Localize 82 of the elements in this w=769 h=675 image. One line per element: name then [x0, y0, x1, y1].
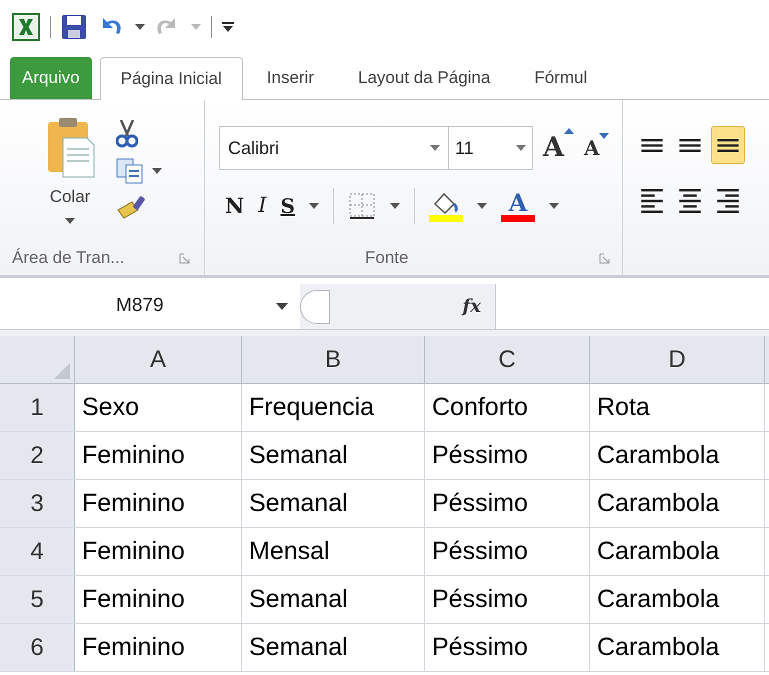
- dropdown-caret-icon[interactable]: [548, 203, 559, 209]
- table-cell: Mensal: [242, 528, 425, 575]
- table-cell: Carambola: [590, 624, 765, 671]
- fill-color-icon[interactable]: [428, 190, 463, 222]
- shrink-font-button[interactable]: A: [584, 133, 610, 163]
- dropdown-caret-icon[interactable]: [430, 145, 440, 151]
- grow-font-button[interactable]: A: [543, 128, 574, 168]
- dropdown-caret-icon[interactable]: [476, 203, 487, 209]
- table-cell: Carambola: [590, 528, 765, 575]
- paste-button[interactable]: Colar: [40, 116, 100, 241]
- align-right-icon: [717, 189, 739, 213]
- font-size-field[interactable]: 11: [449, 126, 533, 170]
- spreadsheet-logo-icon[interactable]: [12, 13, 40, 41]
- dropdown-caret-icon[interactable]: [390, 203, 400, 209]
- row-header[interactable]: 1: [0, 384, 75, 431]
- dropdown-caret-icon[interactable]: [308, 203, 319, 209]
- align-top-icon: [641, 138, 663, 152]
- row-header[interactable]: 4: [0, 528, 75, 575]
- table-cell: Feminino: [75, 432, 242, 479]
- bold-button[interactable]: N: [225, 190, 244, 222]
- table-cell: Semanal: [242, 480, 425, 527]
- table-cell: Semanal: [242, 432, 425, 479]
- table-cell: Carambola: [590, 480, 765, 527]
- row-header[interactable]: 5: [0, 576, 75, 623]
- align-bottom-icon: [717, 138, 739, 152]
- dropdown-caret-icon[interactable]: [135, 24, 145, 30]
- table-cell: Carambola: [590, 432, 765, 479]
- row-header[interactable]: 3: [0, 480, 75, 527]
- align-center-icon: [679, 189, 701, 213]
- italic-button[interactable]: I: [258, 190, 266, 222]
- table-cell: Feminino: [75, 624, 242, 671]
- save-icon[interactable]: [61, 14, 87, 40]
- table-cell: Rota: [590, 384, 765, 431]
- dialog-launcher-icon[interactable]: [599, 252, 610, 264]
- column-header[interactable]: D: [590, 336, 765, 383]
- table-cell: Péssimo: [425, 432, 590, 479]
- file-tab[interactable]: Arquivo: [10, 57, 92, 99]
- dropdown-caret-icon[interactable]: [152, 168, 162, 174]
- column-header[interactable]: B: [242, 336, 425, 383]
- table-cell: Feminino: [75, 528, 242, 575]
- borders-icon[interactable]: [348, 192, 376, 220]
- table-cell: Péssimo: [425, 480, 590, 527]
- dropdown-caret-icon: [65, 218, 75, 224]
- up-triangle-icon: [564, 128, 574, 134]
- align-middle-icon: [679, 138, 701, 152]
- clipboard-icon: [45, 116, 95, 178]
- table-cell: Carambola: [590, 576, 765, 623]
- scissors-icon[interactable]: [116, 120, 138, 148]
- corner-triangle-icon: [54, 363, 70, 379]
- row-header[interactable]: 6: [0, 624, 75, 671]
- column-header[interactable]: A: [75, 336, 242, 383]
- group-label: Fonte: [365, 247, 408, 270]
- underline-button[interactable]: S: [280, 191, 295, 221]
- insert-function-button[interactable]: fx: [462, 293, 481, 320]
- ribbon-tab[interactable]: Inserir: [246, 57, 334, 99]
- font-color-button[interactable]: A: [500, 190, 535, 222]
- dropdown-caret-icon: [191, 24, 201, 30]
- column-header[interactable]: C: [425, 336, 590, 383]
- dropdown-caret-icon[interactable]: [276, 303, 288, 310]
- dropdown-caret-icon[interactable]: [516, 145, 526, 151]
- table-cell: Péssimo: [425, 624, 590, 671]
- table-cell: Péssimo: [425, 528, 590, 575]
- group-label: Área de Tran...: [12, 247, 124, 270]
- table-cell: Feminino: [75, 576, 242, 623]
- table-cell: Sexo: [75, 384, 242, 431]
- ribbon-tab[interactable]: Página Inicial: [100, 57, 243, 100]
- down-triangle-icon: [599, 133, 610, 139]
- ribbon-tab[interactable]: Layout da Página: [338, 57, 510, 99]
- customize-toolbar-icon[interactable]: [222, 21, 234, 33]
- ribbon-tab[interactable]: Fórmul: [514, 57, 608, 99]
- table-cell: Péssimo: [425, 576, 590, 623]
- table-cell: Feminino: [75, 480, 242, 527]
- align-left-icon: [641, 189, 663, 213]
- align-button[interactable]: [711, 126, 745, 164]
- table-cell: Semanal: [242, 624, 425, 671]
- font-name-field[interactable]: Calibri: [219, 126, 449, 170]
- row-header[interactable]: 2: [0, 432, 75, 479]
- table-cell: Semanal: [242, 576, 425, 623]
- table-cell: Frequencia: [242, 384, 425, 431]
- expand-handle[interactable]: [300, 290, 330, 324]
- dialog-launcher-icon[interactable]: [179, 252, 190, 264]
- table-cell: Conforto: [425, 384, 590, 431]
